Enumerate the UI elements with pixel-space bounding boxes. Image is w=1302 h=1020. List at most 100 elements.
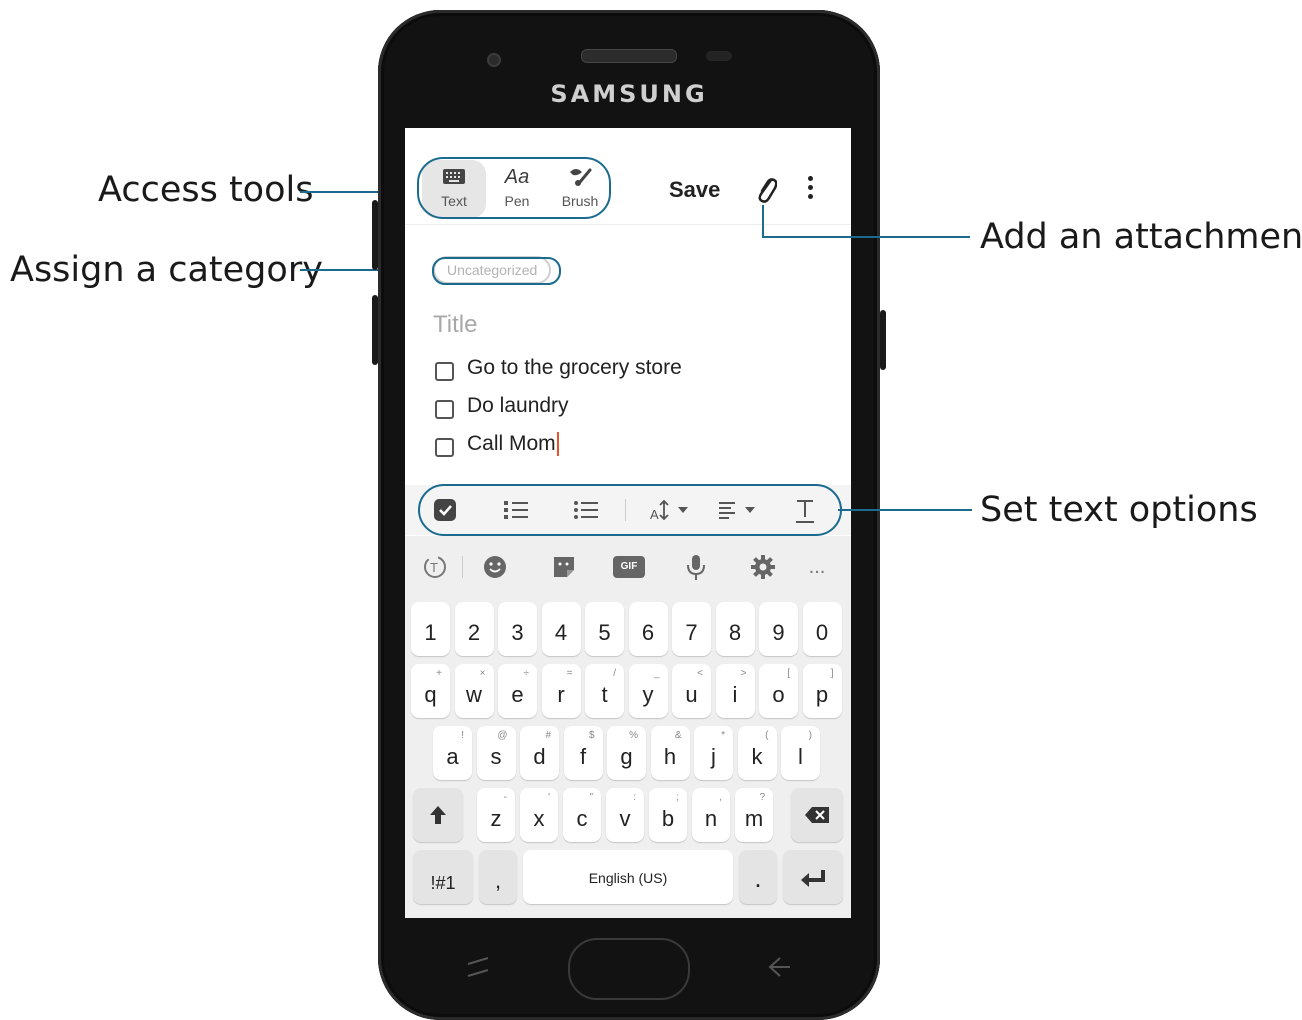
- key-label: k: [751, 744, 763, 769]
- key-label: f: [579, 744, 587, 769]
- svg-text:T: T: [430, 560, 438, 575]
- checklist-item-text[interactable]: Do laundry: [467, 394, 569, 418]
- shift-key[interactable]: [413, 788, 463, 842]
- key[interactable]: h &: [650, 726, 690, 780]
- text-caret: [556, 432, 559, 457]
- key-alt-label: !: [461, 730, 464, 741]
- key[interactable]: 1: [411, 602, 450, 656]
- checkbox[interactable]: [435, 438, 454, 457]
- key-label: e: [511, 682, 524, 707]
- key[interactable]: 3: [498, 602, 537, 656]
- symbols-key[interactable]: !#1: [413, 850, 473, 904]
- recent-apps-icon[interactable]: [466, 954, 490, 980]
- key[interactable]: c ": [563, 788, 601, 842]
- key-label: g: [620, 744, 633, 769]
- key[interactable]: x ': [520, 788, 558, 842]
- backspace-key[interactable]: [791, 788, 843, 842]
- backspace-icon: [805, 807, 829, 823]
- key[interactable]: t /: [585, 664, 624, 718]
- key[interactable]: o[: [759, 664, 798, 718]
- key[interactable]: i >: [715, 664, 755, 718]
- space-key[interactable]: English (US): [523, 850, 733, 904]
- key[interactable]: y _: [628, 664, 668, 718]
- gif-icon[interactable]: GIF: [613, 552, 645, 582]
- key[interactable]: k(: [737, 726, 777, 780]
- settings-icon[interactable]: [748, 552, 778, 582]
- checkbox[interactable]: [435, 362, 454, 381]
- key-alt-label: ,: [719, 792, 722, 803]
- key[interactable]: 8: [715, 602, 755, 656]
- key[interactable]: w ×: [454, 664, 494, 718]
- key[interactable]: p]: [802, 664, 842, 718]
- callout-access-tools: Access tools: [98, 170, 314, 210]
- more-vertical-icon[interactable]: [805, 176, 815, 202]
- checkbox[interactable]: [435, 400, 454, 419]
- key[interactable]: l): [781, 726, 820, 780]
- key-label: u: [685, 682, 698, 707]
- more-icon[interactable]: ...: [802, 552, 832, 582]
- key-alt-label: ): [808, 730, 812, 741]
- key[interactable]: f $: [563, 726, 603, 780]
- key[interactable]: 5: [585, 602, 624, 656]
- key-alt-label: ÷: [523, 668, 530, 679]
- checklist-item-text[interactable]: Go to the grocery store: [467, 356, 682, 380]
- paperclip-icon[interactable]: [755, 174, 777, 204]
- key[interactable]: v:: [606, 788, 644, 842]
- key-alt-label: @: [497, 730, 508, 741]
- key[interactable]: a!: [433, 726, 472, 780]
- translate-icon[interactable]: T: [420, 552, 450, 582]
- gif-label: GIF: [613, 556, 645, 578]
- checklist-item-text[interactable]: Call Mom: [467, 432, 556, 455]
- key-label: 2: [467, 620, 481, 645]
- key-label: 3: [511, 620, 524, 645]
- key[interactable]: e ÷: [498, 664, 537, 718]
- back-icon[interactable]: [764, 954, 792, 980]
- enter-key[interactable]: [783, 850, 843, 904]
- number-row: 1 2 3 4 5 6 7 8 9 0: [411, 602, 847, 658]
- brand-logo: SAMSUNG: [550, 80, 708, 108]
- key[interactable]: 0: [802, 602, 842, 656]
- title-field[interactable]: Title: [433, 311, 477, 339]
- home-button[interactable]: [568, 938, 690, 1000]
- key-label: 7: [685, 620, 698, 645]
- key[interactable]: 7: [672, 602, 711, 656]
- key-row-1: q + w × e ÷ r = t / y _ u < i > o[p]: [411, 664, 847, 720]
- key-alt-label: -: [503, 792, 507, 803]
- key-alt-label: +: [436, 668, 442, 679]
- key[interactable]: n,: [692, 788, 730, 842]
- key-alt-label: %: [629, 730, 638, 741]
- key[interactable]: g%: [607, 726, 646, 780]
- key[interactable]: j *: [694, 726, 733, 780]
- key-label: 1: [424, 620, 437, 645]
- key[interactable]: 4: [541, 602, 581, 656]
- shift-icon: [430, 806, 446, 824]
- key[interactable]: q +: [411, 664, 450, 718]
- key-alt-label: ': [548, 792, 550, 803]
- format-bar-highlight: [418, 484, 842, 536]
- enter-icon: [801, 870, 825, 887]
- sticker-icon[interactable]: [549, 552, 579, 582]
- key-label: i: [732, 682, 738, 707]
- key[interactable]: 6: [628, 602, 668, 656]
- emoji-icon[interactable]: [480, 552, 510, 582]
- key[interactable]: s @: [476, 726, 516, 780]
- key[interactable]: r =: [541, 664, 581, 718]
- key[interactable]: b;: [649, 788, 687, 842]
- comma-key[interactable]: ,: [479, 850, 517, 904]
- save-button[interactable]: Save: [669, 177, 720, 203]
- key[interactable]: 2: [454, 602, 494, 656]
- checklist-item-text-wrap[interactable]: Call Mom: [467, 432, 559, 457]
- mic-icon[interactable]: [681, 552, 711, 582]
- key-row-2: a! s @ d # f $ g% h & j * k(l): [433, 726, 851, 782]
- key[interactable]: 9: [759, 602, 798, 656]
- key[interactable]: z-: [477, 788, 515, 842]
- key-alt-label: /: [613, 668, 616, 679]
- key[interactable]: m?: [735, 788, 773, 842]
- key[interactable]: d #: [520, 726, 559, 780]
- key-label: z: [490, 806, 502, 831]
- key-label: x: [533, 806, 545, 831]
- key-label: j: [711, 744, 716, 769]
- period-key[interactable]: .: [739, 850, 777, 904]
- key-label: p: [815, 682, 829, 707]
- key[interactable]: u <: [672, 664, 711, 718]
